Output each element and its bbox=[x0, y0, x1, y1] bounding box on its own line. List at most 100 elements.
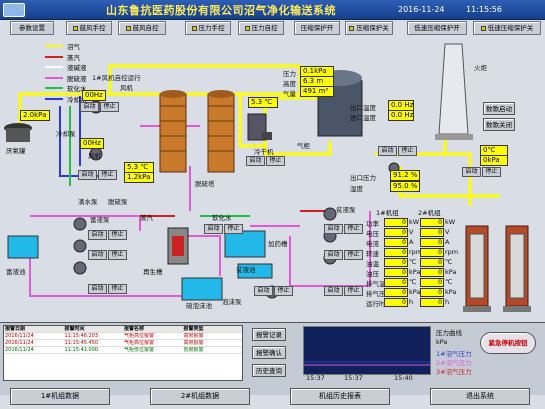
compressor2-value: 0 bbox=[420, 248, 444, 257]
low-compress-protect-off-button[interactable]: 低速压缩保护关 bbox=[473, 21, 541, 35]
start-button-add[interactable]: 启动 bbox=[204, 224, 223, 234]
lean-tank-label: 贫液池 bbox=[236, 266, 256, 274]
alarm-row[interactable]: 2016/11/24 11:15:41.000 气柜低位报警 低限报警 bbox=[4, 347, 242, 354]
stop-button-add[interactable]: 停止 bbox=[224, 224, 243, 234]
ignite-start-button[interactable]: 数歌启动 bbox=[483, 102, 515, 115]
low-compress-protect-off-label: 低速压缩保护关 bbox=[487, 24, 534, 32]
compressor1-value: 0 bbox=[384, 228, 408, 237]
time-readout: 11:15:56 bbox=[466, 5, 502, 14]
stop-button-lean1[interactable]: 停止 bbox=[344, 224, 363, 234]
torch-pressure: 0kPa bbox=[480, 155, 508, 166]
blower-manual-label: 鼓风手控 bbox=[79, 24, 106, 32]
stop-button-rich1[interactable]: 停止 bbox=[108, 230, 127, 240]
cooler-temp: 5.3 ℃ bbox=[248, 97, 278, 108]
compressor-row-label: 功率 bbox=[366, 220, 379, 228]
compressor1-value: 0 bbox=[384, 278, 408, 287]
compressor2-unit: h bbox=[445, 298, 450, 306]
ignite-stop-button[interactable]: 数歌关闭 bbox=[483, 118, 515, 131]
legend-biogas: 沼气 bbox=[67, 43, 80, 51]
pressure-auto-button[interactable]: 压力自控 bbox=[238, 21, 284, 35]
nav-unit2-data[interactable]: 2#机组数据 bbox=[150, 388, 250, 405]
alarm-cell-name: 气柜高位报警 bbox=[124, 340, 155, 346]
compressor1-value: 0 bbox=[384, 288, 408, 297]
compressor1-unit: ℃ bbox=[409, 258, 417, 266]
pressure-auto-label: 压力自控 bbox=[251, 24, 278, 32]
stop-button-fan2[interactable]: 停止 bbox=[98, 170, 117, 180]
compressor2-unit: A bbox=[445, 238, 450, 246]
compress-protect-on-button[interactable]: 压缩保护开 bbox=[294, 21, 340, 35]
rich-pump-label: 富液泵 bbox=[90, 216, 110, 224]
legend-alkali: 液碱液 bbox=[67, 64, 87, 72]
compressor-row-label: 排气压 bbox=[366, 290, 386, 298]
page-title: 山东鲁抗医药股份有限公司沼气净化输送系统 bbox=[106, 4, 336, 17]
compressor2-unit: V bbox=[445, 228, 450, 236]
legend-alkali-swatch bbox=[45, 66, 63, 68]
indicator-icon bbox=[191, 25, 197, 31]
stop-button-holder[interactable]: 停止 bbox=[398, 146, 417, 156]
steam-label: 蒸汽 bbox=[140, 214, 153, 222]
alarm-record-button[interactable]: 报警记录 bbox=[252, 328, 286, 341]
blower-auto-button[interactable]: 鼓风自控 bbox=[118, 21, 166, 35]
legend-steam: 蒸汽 bbox=[67, 54, 80, 62]
compress-protect-off-button[interactable]: 压缩保护关 bbox=[345, 21, 393, 35]
alarm-col-type: 报警类型 bbox=[183, 326, 204, 332]
stop-button-fan1[interactable]: 停止 bbox=[100, 102, 119, 112]
biogas-tank-icon bbox=[4, 123, 32, 142]
compressor-row-label: 电压 bbox=[366, 230, 379, 238]
blower-manual-button[interactable]: 鼓风手控 bbox=[66, 21, 112, 35]
stop-button-cooler[interactable]: 停止 bbox=[266, 156, 285, 166]
compressor2-unit: kW bbox=[445, 218, 456, 226]
compressor2-unit: kPa bbox=[445, 288, 457, 296]
nav-exit-system[interactable]: 退出系统 bbox=[430, 388, 530, 405]
stop-button-foam[interactable]: 停止 bbox=[274, 286, 293, 296]
nav-history-report[interactable]: 机组历史报表 bbox=[290, 388, 390, 405]
nav-unit1-data[interactable]: 1#机组数据 bbox=[10, 388, 110, 405]
alarm-cell-type: 高限报警 bbox=[183, 340, 204, 346]
torch-stack-icon bbox=[435, 43, 473, 140]
compressor-2-icon bbox=[503, 225, 531, 312]
pressure-trend-chart bbox=[303, 326, 431, 375]
start-button-fan1[interactable]: 启动 bbox=[80, 102, 99, 112]
start-button-foam[interactable]: 启动 bbox=[254, 286, 273, 296]
start-button-holder[interactable]: 启动 bbox=[378, 146, 397, 156]
alarm-col-time: 报警时间 bbox=[64, 326, 85, 332]
stop-button-rich2[interactable]: 停止 bbox=[108, 250, 127, 260]
stop-button-lean3[interactable]: 停止 bbox=[344, 286, 363, 296]
holder-pressure-label: 压力 bbox=[283, 70, 296, 78]
humidity-label: 湿度 bbox=[350, 185, 363, 193]
holder-volume-label: 气量 bbox=[283, 90, 296, 98]
alarm-cell-date: 2016/11/24 bbox=[5, 340, 34, 346]
start-button-fan2[interactable]: 启动 bbox=[78, 170, 97, 180]
start-button-lean3[interactable]: 启动 bbox=[324, 286, 343, 296]
emergency-stop-button[interactable]: 紧急停机按钮 bbox=[480, 332, 536, 354]
rich-tank-label: 富液池 bbox=[6, 268, 26, 276]
compressor2-value: 0 bbox=[420, 258, 444, 267]
compressor-row-label: 转速 bbox=[366, 250, 379, 258]
param-settings-button[interactable]: 参数设置 bbox=[10, 21, 54, 35]
alarm-cell-name: 气柜高位报警 bbox=[124, 333, 155, 339]
alarm-row[interactable]: 2016/11/24 11:15:45.450 气柜高位报警 高限报警 bbox=[4, 340, 242, 347]
start-button-torch[interactable]: 启动 bbox=[462, 167, 481, 177]
alarm-col-date: 报警日期 bbox=[5, 326, 26, 332]
start-button-rich1[interactable]: 启动 bbox=[88, 230, 107, 240]
foam-pump-label: 泡沫泵 bbox=[222, 298, 242, 306]
alarm-confirm-button[interactable]: 报警确认 bbox=[252, 346, 286, 359]
stop-button-rich3[interactable]: 停止 bbox=[108, 284, 127, 294]
pressure-manual-button[interactable]: 压力手控 bbox=[185, 21, 231, 35]
stop-button-torch[interactable]: 停止 bbox=[482, 167, 501, 177]
out-pressure-label: 出口压力 bbox=[350, 174, 376, 182]
start-button-rich2[interactable]: 启动 bbox=[88, 250, 107, 260]
low-compress-protect-on-button[interactable]: 低速压缩保护开 bbox=[407, 21, 467, 35]
start-button-lean1[interactable]: 启动 bbox=[324, 224, 343, 234]
stop-button-lean2[interactable]: 停止 bbox=[344, 250, 363, 260]
start-button-rich3[interactable]: 启动 bbox=[88, 284, 107, 294]
start-button-lean2[interactable]: 启动 bbox=[324, 250, 343, 260]
history-query-button[interactable]: 历史查询 bbox=[252, 364, 286, 377]
desulfur-tower-1 bbox=[159, 90, 187, 173]
alarm-row[interactable]: 2016/11/24 11:15:46.203 气柜高位报警 高限报警 bbox=[4, 333, 242, 340]
add-tank-label: 加药槽 bbox=[268, 240, 288, 248]
compressor-row-label: 电流 bbox=[366, 240, 379, 248]
sulfur-foam-tank-icon bbox=[181, 277, 223, 301]
start-button-cooler[interactable]: 启动 bbox=[246, 156, 265, 166]
compressor1-value: 0 bbox=[384, 268, 408, 277]
